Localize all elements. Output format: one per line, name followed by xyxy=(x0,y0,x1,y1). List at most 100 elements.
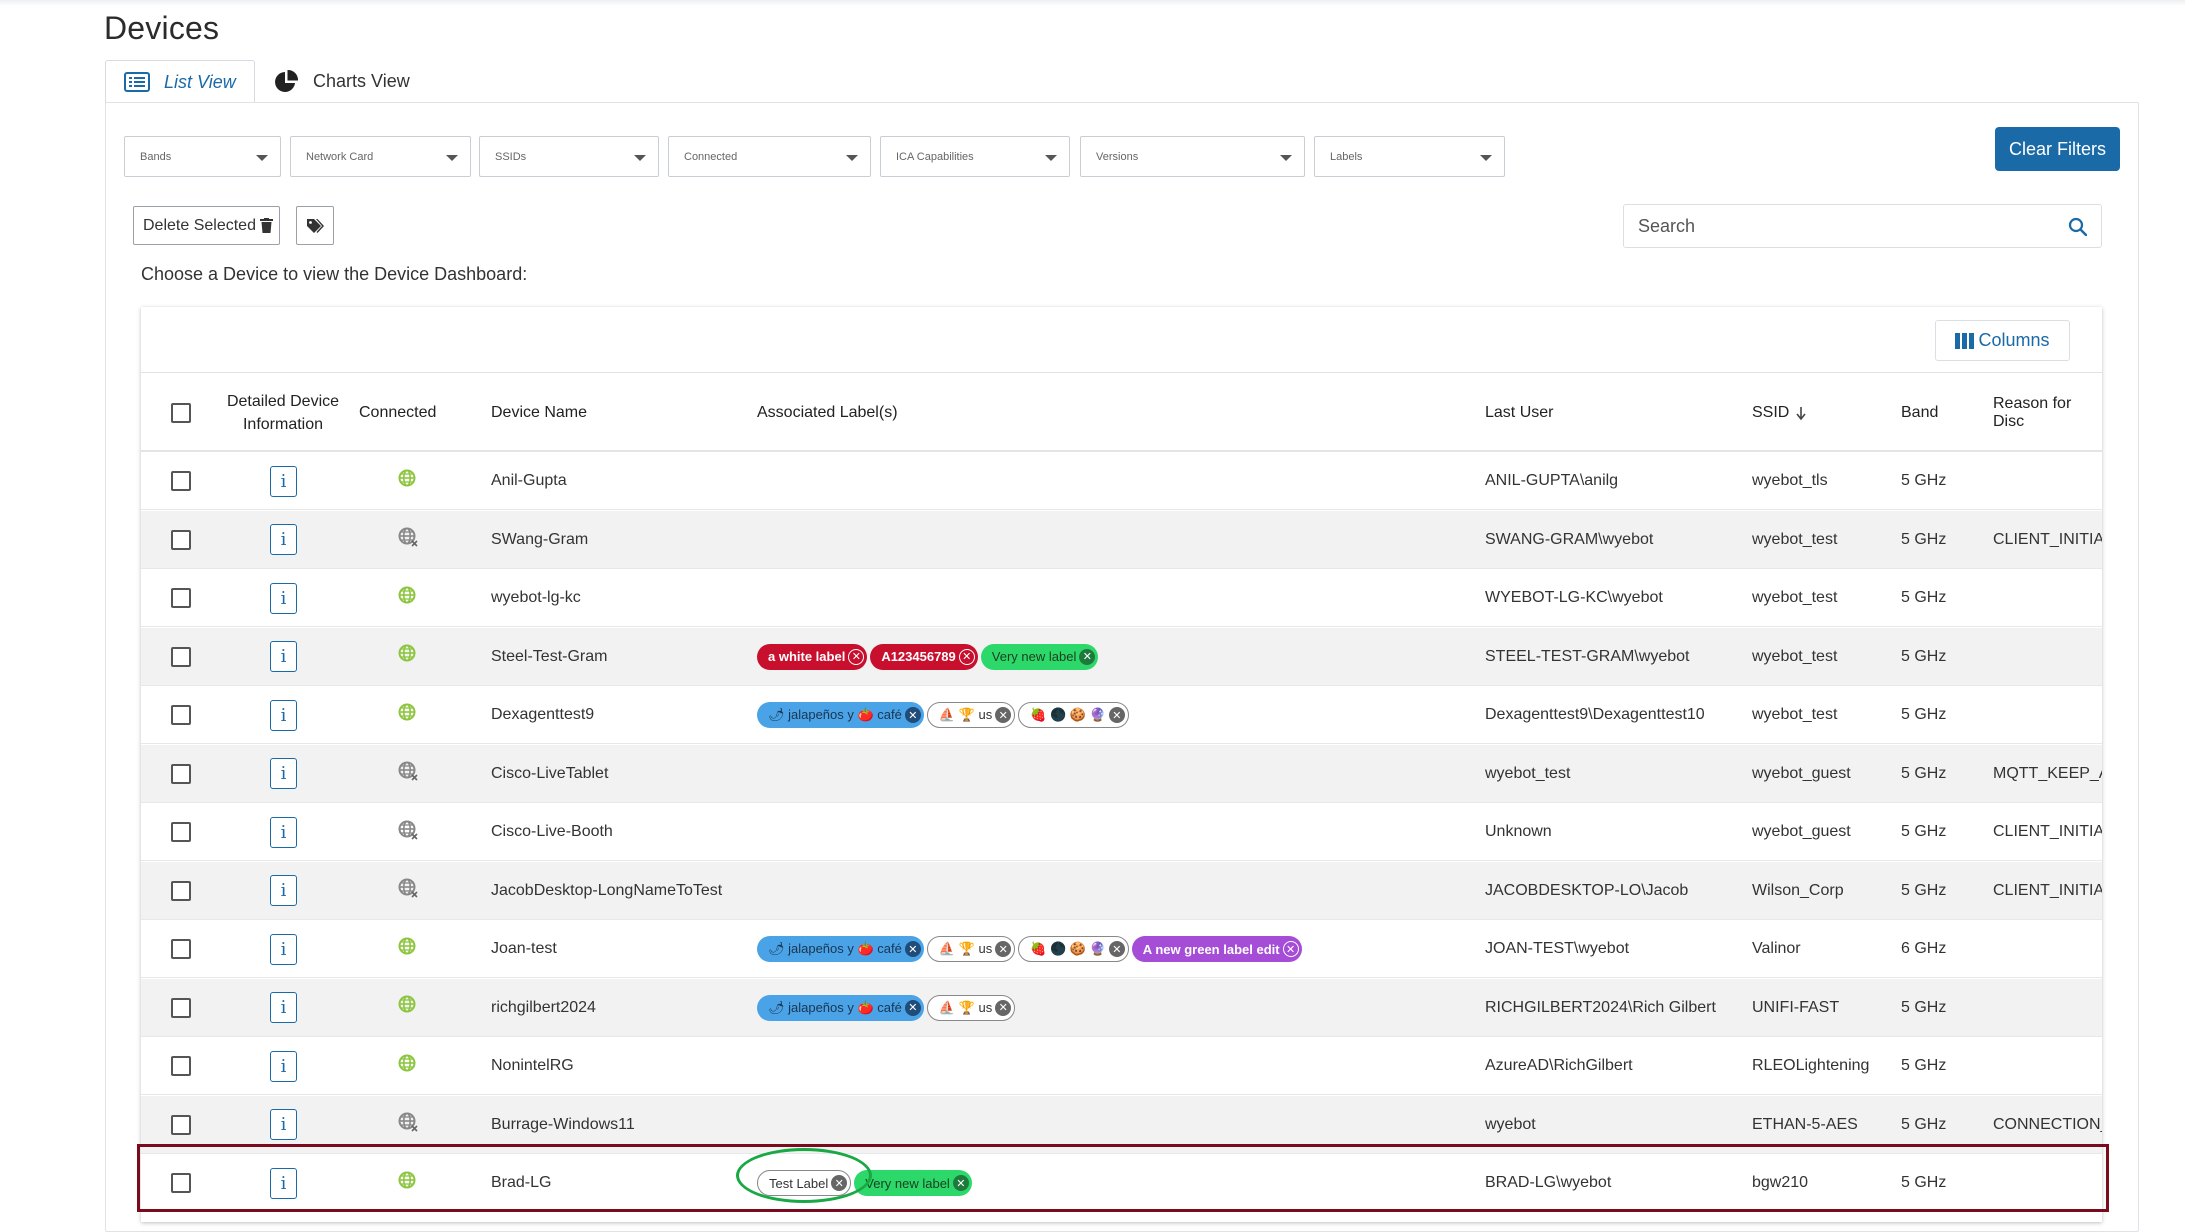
device-name-cell[interactable]: NonintelRG xyxy=(491,1037,574,1095)
connected-cell xyxy=(398,979,418,1037)
info-icon[interactable]: i xyxy=(270,582,297,614)
row-checkbox-cell xyxy=(171,862,191,920)
row-checkbox[interactable] xyxy=(171,822,191,842)
header-labels[interactable]: Associated Label(s) xyxy=(757,373,898,452)
row-checkbox[interactable] xyxy=(171,588,191,608)
close-icon[interactable]: ✕ xyxy=(1282,941,1299,957)
info-icon[interactable]: i xyxy=(270,933,297,965)
info-icon[interactable]: i xyxy=(270,465,297,497)
label-chip[interactable]: 🌶 jalapeños y 🍅 café ✕ xyxy=(757,702,924,728)
row-checkbox[interactable] xyxy=(171,1114,191,1135)
header-last-user[interactable]: Last User xyxy=(1485,373,1553,452)
label-chip[interactable]: 🌶 jalapeños y 🍅 café ✕ xyxy=(757,936,924,962)
filter-network-card[interactable]: Network Card xyxy=(290,136,471,177)
row-checkbox[interactable] xyxy=(171,1056,191,1076)
info-icon[interactable]: i xyxy=(270,524,297,555)
close-icon[interactable]: ✕ xyxy=(848,648,865,665)
highlight-box xyxy=(137,1144,2109,1212)
label-chip[interactable]: A123456789 ✕ xyxy=(870,643,978,670)
filter-ica-capabilities[interactable]: ICA Capabilities xyxy=(880,136,1070,177)
table-row[interactable]: i JacobDesktop-LongNameToTest JACOBDESKTOP… xyxy=(141,861,2102,920)
device-name-cell[interactable]: wyebot-lg-kc xyxy=(491,569,581,627)
filter-bands[interactable]: Bands xyxy=(124,136,281,177)
ssid-cell: wyebot_guest xyxy=(1752,764,1851,782)
info-icon[interactable]: i xyxy=(270,992,297,1023)
table-row[interactable]: i Dexagenttest9 🌶 jalapeños y 🍅 café ✕ ⛵ 🏆 u… xyxy=(141,686,2102,744)
delete-selected-button[interactable]: Delete Selected xyxy=(133,206,280,245)
table-row[interactable]: i wyebot-lg-kc WYEBOT-LG-KC\wyebot wyebot_t… xyxy=(141,569,2102,627)
info-icon[interactable]: i xyxy=(270,1109,297,1140)
header-band[interactable]: Band xyxy=(1901,373,1938,452)
table-row[interactable]: i Joan-test 🌶 jalapeños y 🍅 café ✕ ⛵ 🏆 us ✕ 🍓 … xyxy=(141,920,2102,978)
device-name-cell[interactable]: Anil-Gupta xyxy=(491,452,567,510)
close-icon[interactable]: ✕ xyxy=(995,941,1012,957)
header-detail[interactable]: Detailed Device Information xyxy=(223,373,343,452)
info-icon[interactable]: i xyxy=(270,699,297,731)
clear-filters-button[interactable]: Clear Filters xyxy=(1995,127,2120,171)
filter-labels[interactable]: Labels xyxy=(1314,136,1505,177)
table-row[interactable]: i Cisco-Live-Booth Unknown wyebot_guest 5 GH… xyxy=(141,803,2102,861)
row-checkbox[interactable] xyxy=(171,705,191,725)
search-input[interactable] xyxy=(1624,205,2054,247)
device-name-cell[interactable]: Cisco-Live-Booth xyxy=(491,803,613,861)
tab-charts-view[interactable]: Charts View xyxy=(273,60,433,103)
select-all-checkbox[interactable] xyxy=(171,402,191,423)
tab-charts-view-label: Charts View xyxy=(313,71,410,91)
close-icon[interactable]: ✕ xyxy=(958,648,975,665)
table-row[interactable]: i Steel-Test-Gram a white label ✕ A123456789… xyxy=(141,627,2102,686)
row-checkbox[interactable] xyxy=(171,939,191,959)
device-name-cell[interactable]: Dexagenttest9 xyxy=(491,686,594,744)
row-checkbox[interactable] xyxy=(171,880,191,901)
info-icon[interactable]: i xyxy=(270,1050,297,1082)
search-icon[interactable] xyxy=(2068,217,2087,236)
device-name-cell[interactable]: Cisco-LiveTablet xyxy=(491,745,608,803)
close-icon[interactable]: ✕ xyxy=(904,707,921,723)
device-name-cell[interactable]: JacobDesktop-LongNameToTest xyxy=(491,862,722,920)
label-chip[interactable]: ⛵ 🏆 us ✕ xyxy=(926,702,1016,728)
filter-versions[interactable]: Versions xyxy=(1080,136,1305,177)
band-cell: 5 GHz xyxy=(1901,881,1947,899)
info-icon[interactable]: i xyxy=(270,641,297,672)
label-chip[interactable]: a white label ✕ xyxy=(757,643,868,670)
device-name-cell[interactable]: richgilbert2024 xyxy=(491,979,596,1037)
label-chip[interactable]: A new green label edit ✕ xyxy=(1131,936,1302,962)
info-icon[interactable]: i xyxy=(270,816,297,848)
close-icon[interactable]: ✕ xyxy=(1108,941,1125,957)
label-chip[interactable]: 🍓 🌑 🍪 🔮 ✕ xyxy=(1018,702,1129,728)
filter-connected[interactable]: Connected xyxy=(668,136,871,177)
tab-list-view[interactable]: List View xyxy=(105,60,255,103)
header-ssid[interactable]: SSID xyxy=(1752,373,1807,452)
close-icon[interactable]: ✕ xyxy=(1108,707,1125,723)
close-icon[interactable]: ✕ xyxy=(995,707,1012,723)
label-chip[interactable]: 🍓 🌑 🍪 🔮 ✕ xyxy=(1018,936,1129,962)
row-checkbox[interactable] xyxy=(171,763,191,784)
close-icon[interactable]: ✕ xyxy=(1079,648,1096,665)
device-name-cell[interactable]: SWang-Gram xyxy=(491,511,588,569)
row-checkbox[interactable] xyxy=(171,997,191,1018)
columns-button[interactable]: Columns xyxy=(1935,320,2070,361)
row-checkbox[interactable] xyxy=(171,529,191,550)
close-icon[interactable]: ✕ xyxy=(995,999,1012,1016)
filter-ssids[interactable]: SSIDs xyxy=(479,136,659,177)
label-chip[interactable]: ⛵ 🏆 us ✕ xyxy=(926,936,1016,962)
header-connected[interactable]: Connected xyxy=(359,373,436,452)
info-icon[interactable]: i xyxy=(270,875,297,906)
tag-labels-button[interactable] xyxy=(296,206,334,245)
header-reason[interactable]: Reason for Disc xyxy=(1993,373,2102,452)
table-row[interactable]: i NonintelRG AzureAD\RichGilbert RLEOLighte… xyxy=(141,1037,2102,1095)
table-row[interactable]: i Cisco-LiveTablet wyebot_test wyebot_guest… xyxy=(141,744,2102,803)
table-row[interactable]: i richgilbert2024 🌶 jalapeños y 🍅 café ✕ ⛵ 🏆… xyxy=(141,978,2102,1037)
device-name-cell[interactable]: Joan-test xyxy=(491,920,557,978)
close-icon[interactable]: ✕ xyxy=(904,999,921,1016)
label-chip[interactable]: 🌶 jalapeños y 🍅 café ✕ xyxy=(757,994,924,1021)
close-icon[interactable]: ✕ xyxy=(904,941,921,957)
header-device-name[interactable]: Device Name xyxy=(491,373,587,452)
device-name-cell[interactable]: Steel-Test-Gram xyxy=(491,628,607,686)
label-chip[interactable]: ⛵ 🏆 us ✕ xyxy=(926,994,1016,1021)
table-row[interactable]: i Anil-Gupta ANIL-GUPTA\anilg wyebot_tls 5 G… xyxy=(141,452,2102,510)
row-checkbox[interactable] xyxy=(171,471,191,491)
info-icon[interactable]: i xyxy=(270,758,297,789)
row-checkbox[interactable] xyxy=(171,646,191,667)
label-chip[interactable]: Very new label ✕ xyxy=(980,643,1099,670)
table-row[interactable]: i SWang-Gram SWANG-GRAM\wyebot wyebot_test 5… xyxy=(141,510,2102,569)
